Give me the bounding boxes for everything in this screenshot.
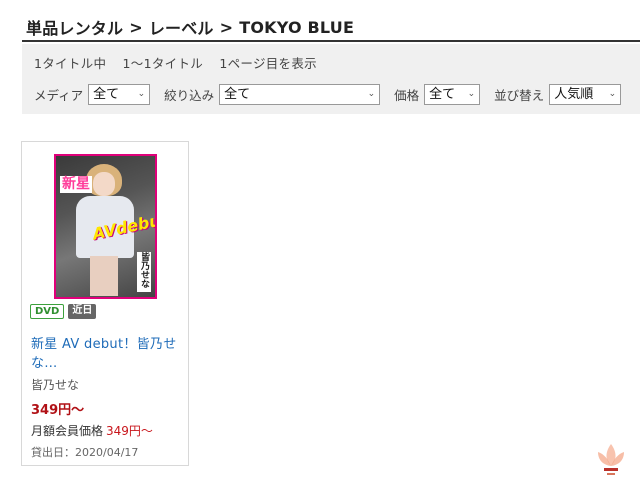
- narrow-select-value: 全て: [224, 86, 251, 102]
- member-price-label: 月額会員価格: [31, 424, 104, 438]
- cover-shinsei-text: 新星: [60, 176, 92, 193]
- sort-select-value: 人気順: [554, 86, 594, 102]
- narrow-select[interactable]: 全て ⌄: [219, 83, 381, 105]
- member-price-value: 349円〜: [106, 424, 153, 438]
- product-card: 新星 AVdebut! 皆乃せな DVD 近日 新星 AV debut！皆乃せな…: [21, 141, 189, 466]
- result-page: 1ページ目を表示: [219, 56, 317, 71]
- media-select[interactable]: 全て ⌄: [88, 83, 151, 105]
- product-price: 349円〜: [31, 403, 85, 418]
- price-filter-label: 価格: [394, 87, 420, 103]
- chevron-down-icon: ⌄: [137, 88, 146, 99]
- result-total: 1タイトル中: [34, 56, 107, 71]
- cover-figure-legs: [90, 256, 118, 296]
- dvd-badge: DVD: [30, 304, 65, 319]
- price-select[interactable]: 全て ⌄: [424, 83, 481, 105]
- product-cover-image[interactable]: 新星 AVdebut! 皆乃せな: [54, 154, 157, 299]
- cover-figure-face: [93, 172, 115, 196]
- breadcrumb: 単品レンタル > レーベル > TOKYO BLUE: [26, 14, 354, 40]
- media-select-value: 全て: [93, 86, 120, 102]
- narrow-filter-label: 絞り込み: [164, 87, 215, 103]
- price-select-value: 全て: [429, 86, 456, 102]
- breadcrumb-separator: >: [129, 17, 143, 37]
- cover-name-text: 皆乃せな: [137, 252, 151, 292]
- breadcrumb-item-rental[interactable]: 単品レンタル: [26, 15, 123, 39]
- media-filter-label: メディア: [34, 87, 84, 103]
- chevron-down-icon: ⌄: [467, 88, 476, 99]
- coming-soon-badge: 近日: [68, 304, 97, 319]
- result-count: 1タイトル中 1〜1タイトル 1ページ目を表示: [34, 53, 329, 72]
- filter-panel: 1タイトル中 1〜1タイトル 1ページ目を表示 メディア 全て ⌄ 絞り込み 全…: [22, 44, 640, 114]
- chevron-down-icon: ⌄: [367, 88, 376, 99]
- filter-row: メディア 全て ⌄ 絞り込み 全て ⌄ 価格 全て ⌄ 並び替え 人気順 ⌄: [34, 83, 622, 105]
- result-range: 1〜1タイトル: [122, 56, 204, 71]
- product-title-link[interactable]: 新星 AV debut！皆乃せな…: [31, 335, 183, 373]
- release-date: 貸出日：2020/04/17: [31, 446, 139, 459]
- breadcrumb-item-current: TOKYO BLUE: [239, 17, 355, 37]
- actress-name[interactable]: 皆乃せな: [31, 376, 79, 393]
- breadcrumb-separator: >: [219, 17, 234, 37]
- member-price: 月額会員価格 349円〜: [31, 422, 153, 439]
- product-badges: DVD 近日: [30, 304, 97, 319]
- chevron-down-icon: ⌄: [608, 88, 617, 99]
- breadcrumb-item-label[interactable]: レーベル: [149, 15, 214, 39]
- sort-filter-label: 並び替え: [494, 87, 545, 103]
- title-divider: [22, 40, 640, 42]
- sort-select[interactable]: 人気順 ⌄: [549, 83, 622, 105]
- lotus-logo-icon: [598, 444, 624, 475]
